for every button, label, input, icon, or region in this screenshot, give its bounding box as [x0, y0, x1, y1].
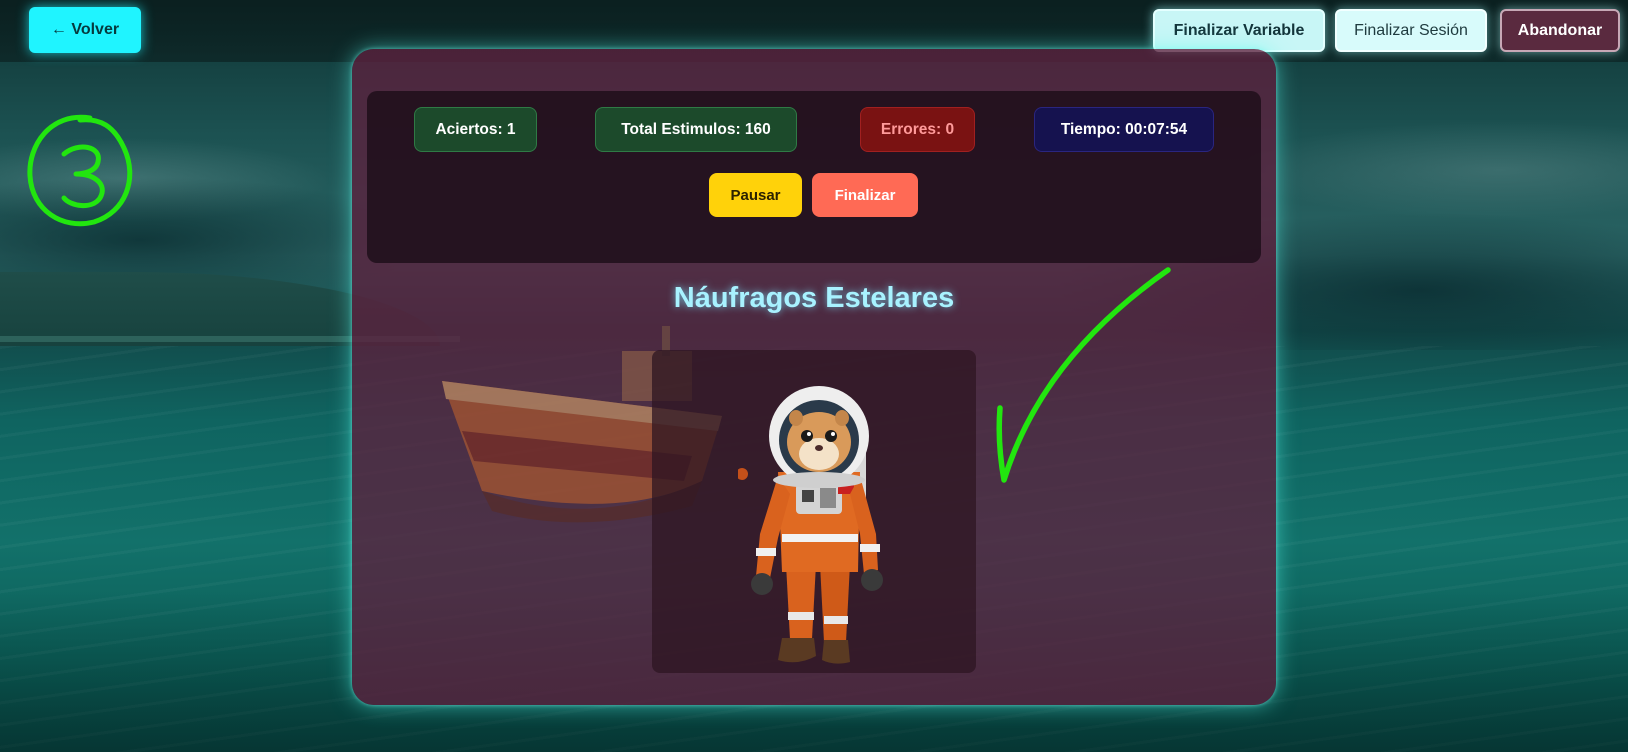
game-title: Náufragos Estelares [673, 282, 955, 314]
finish-variable-label: Finalizar Variable [1173, 21, 1305, 39]
pause-button-label: Pausar [730, 186, 781, 204]
stats-panel: Aciertos: 1 Total Estimulos: 160 Errores… [367, 91, 1261, 263]
timer-display: Tiempo: 00:07:54 [1034, 107, 1214, 152]
hamster-astronaut-image [738, 386, 883, 664]
errors-counter-text: Errores: 0 [880, 120, 955, 138]
finish-button-label: Finalizar [834, 186, 896, 204]
pause-button[interactable]: Pausar [709, 173, 802, 217]
game-card: Aciertos: 1 Total Estimulos: 160 Errores… [352, 49, 1276, 705]
back-button-label: ← Volver [50, 21, 120, 38]
stimulus-frame[interactable] [652, 350, 976, 673]
errors-counter: Errores: 0 [860, 107, 975, 152]
finish-session-label: Finalizar Sesión [1354, 21, 1468, 39]
finish-button[interactable]: Finalizar [812, 173, 918, 217]
total-stimuli-text: Total Estimulos: 160 [621, 120, 771, 138]
abandon-label: Abandonar [1517, 21, 1603, 39]
hits-counter-text: Aciertos: 1 [435, 120, 516, 138]
abandon-button[interactable]: Abandonar [1500, 9, 1620, 52]
finish-variable-button[interactable]: Finalizar Variable [1153, 9, 1325, 52]
back-button[interactable]: ← Volver [29, 7, 141, 53]
finish-session-button[interactable]: Finalizar Sesión [1335, 9, 1487, 52]
timer-text: Tiempo: 00:07:54 [1060, 120, 1188, 138]
hits-counter: Aciertos: 1 [414, 107, 537, 152]
total-stimuli-counter: Total Estimulos: 160 [595, 107, 797, 152]
